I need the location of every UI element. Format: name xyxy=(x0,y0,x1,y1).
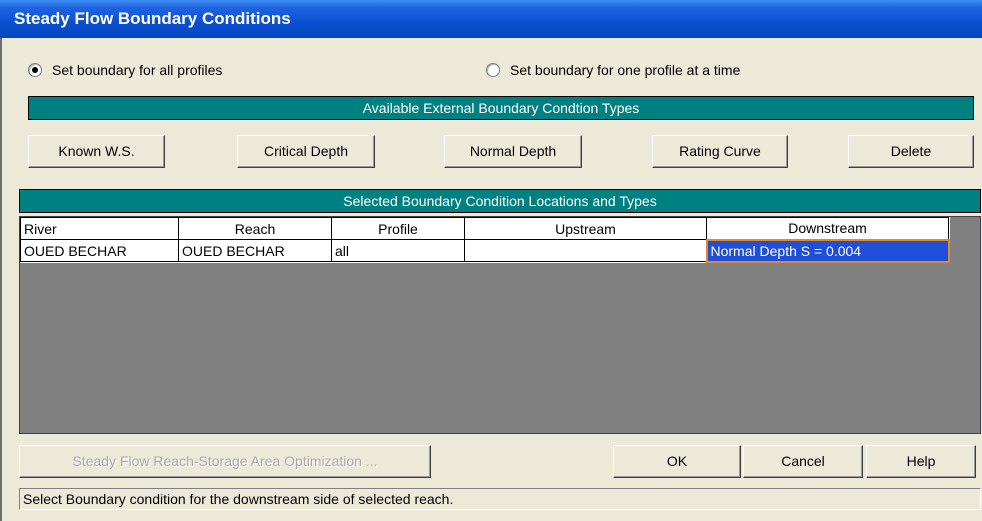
radio-button-icon[interactable] xyxy=(486,63,500,77)
radio-button-icon[interactable] xyxy=(28,63,42,77)
radio-one-profile-label: Set boundary for one profile at a time xyxy=(510,62,741,78)
ok-button[interactable]: OK xyxy=(613,445,741,478)
known-ws-button[interactable]: Known W.S. xyxy=(28,135,165,168)
column-header-downstream: Downstream xyxy=(706,217,949,240)
normal-depth-button[interactable]: Normal Depth xyxy=(444,135,582,168)
status-bar: Select Boundary condition for the downst… xyxy=(19,488,981,510)
column-header-river: River xyxy=(20,217,179,240)
dialog-window: Steady Flow Boundary Conditions Set boun… xyxy=(0,0,982,521)
radio-all-profiles-label: Set boundary for all profiles xyxy=(52,62,223,78)
cell-river[interactable]: OUED BECHAR xyxy=(20,239,179,262)
boundary-table: River Reach Profile Upstream Downstream … xyxy=(20,217,950,263)
rating-curve-button[interactable]: Rating Curve xyxy=(652,135,788,168)
column-header-reach: Reach xyxy=(178,217,332,240)
optimization-button[interactable]: Steady Flow Reach-Storage Area Optimizat… xyxy=(19,445,431,478)
column-header-upstream: Upstream xyxy=(464,217,707,240)
selected-locations-header: Selected Boundary Condition Locations an… xyxy=(19,189,981,213)
cell-upstream[interactable] xyxy=(464,239,707,262)
table-row[interactable]: OUED BECHAR OUED BECHAR all Normal Depth… xyxy=(20,238,950,263)
column-header-profile: Profile xyxy=(331,217,465,240)
radio-all-profiles[interactable]: Set boundary for all profiles xyxy=(28,62,222,78)
radio-one-profile[interactable]: Set boundary for one profile at a time xyxy=(486,62,740,78)
cell-downstream[interactable]: Normal Depth S = 0.004 xyxy=(705,238,950,263)
help-button[interactable]: Help xyxy=(866,445,976,478)
window-title: Steady Flow Boundary Conditions xyxy=(14,9,291,28)
cell-profile[interactable]: all xyxy=(331,239,465,262)
delete-button[interactable]: Delete xyxy=(848,135,974,168)
window-left-edge xyxy=(0,38,2,521)
cell-reach[interactable]: OUED BECHAR xyxy=(178,239,332,262)
critical-depth-button[interactable]: Critical Depth xyxy=(237,135,375,168)
available-types-header: Available External Boundary Condtion Typ… xyxy=(28,96,974,120)
table-header-row: River Reach Profile Upstream Downstream xyxy=(20,217,949,240)
title-bar[interactable]: Steady Flow Boundary Conditions xyxy=(0,0,982,38)
boundary-grid[interactable]: River Reach Profile Upstream Downstream … xyxy=(19,216,981,434)
cancel-button[interactable]: Cancel xyxy=(743,445,863,478)
